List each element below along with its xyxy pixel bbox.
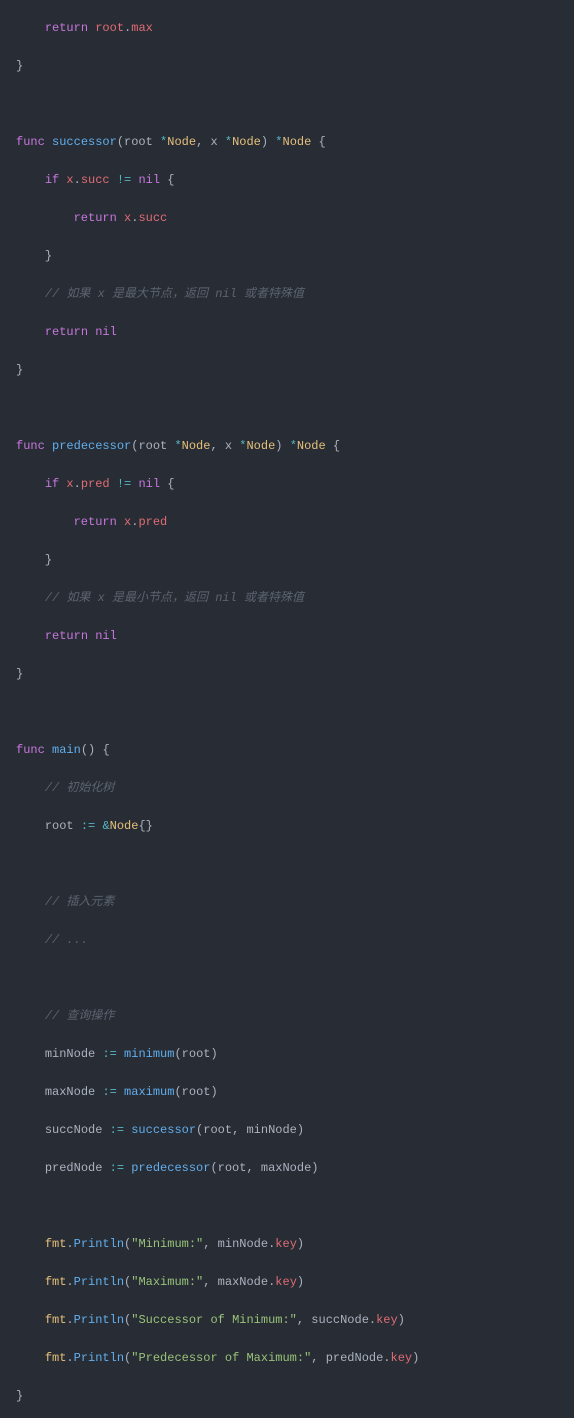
- code-line: return x.succ: [16, 209, 574, 228]
- code-line: func successor(root *Node, x *Node) *Nod…: [16, 133, 574, 152]
- code-line: [16, 969, 574, 988]
- code-line: return x.pred: [16, 513, 574, 532]
- keyword-func: func: [16, 135, 45, 149]
- code-line: [16, 399, 574, 418]
- keyword-if: if: [45, 173, 59, 187]
- code-line: fmt.Println("Successor of Minimum:", suc…: [16, 1311, 574, 1330]
- comment: // 查询操作: [45, 1009, 115, 1023]
- code-line: root := &Node{}: [16, 817, 574, 836]
- code-line: fmt.Println("Minimum:", minNode.key): [16, 1235, 574, 1254]
- code-line: func main() {: [16, 741, 574, 760]
- code-line: }: [16, 247, 574, 266]
- comment: // 如果 x 是最大节点，返回 nil 或者特殊值: [45, 287, 304, 301]
- code-line: }: [16, 1387, 574, 1406]
- code-line: predNode := predecessor(root, maxNode): [16, 1159, 574, 1178]
- code-line: succNode := successor(root, minNode): [16, 1121, 574, 1140]
- code-line: [16, 855, 574, 874]
- fn-main: main: [52, 743, 81, 757]
- keyword-func: func: [16, 743, 45, 757]
- code-line: if x.succ != nil {: [16, 171, 574, 190]
- code-editor[interactable]: return root.max } func successor(root *N…: [0, 0, 574, 1418]
- comment: // 如果 x 是最小节点，返回 nil 或者特殊值: [45, 591, 304, 605]
- code-line: if x.pred != nil {: [16, 475, 574, 494]
- comment: // ...: [45, 933, 88, 947]
- fn-successor: successor: [52, 135, 117, 149]
- code-line: [16, 95, 574, 114]
- code-line: // 初始化树: [16, 779, 574, 798]
- code-line: // ...: [16, 931, 574, 950]
- comment: // 插入元素: [45, 895, 115, 909]
- keyword-func: func: [16, 439, 45, 453]
- code-line: // 如果 x 是最小节点，返回 nil 或者特殊值: [16, 589, 574, 608]
- code-line: fmt.Println("Predecessor of Maximum:", p…: [16, 1349, 574, 1368]
- code-line: return nil: [16, 627, 574, 646]
- code-line: return nil: [16, 323, 574, 342]
- code-line: fmt.Println("Maximum:", maxNode.key): [16, 1273, 574, 1292]
- code-line: func predecessor(root *Node, x *Node) *N…: [16, 437, 574, 456]
- comment: // 初始化树: [45, 781, 115, 795]
- code-line: // 查询操作: [16, 1007, 574, 1026]
- code-line: }: [16, 361, 574, 380]
- code-line: // 如果 x 是最大节点，返回 nil 或者特殊值: [16, 285, 574, 304]
- code-line: [16, 1197, 574, 1216]
- code-line: maxNode := maximum(root): [16, 1083, 574, 1102]
- keyword-return: return: [45, 21, 88, 35]
- code-line: }: [16, 551, 574, 570]
- code-line: }: [16, 665, 574, 684]
- code-line: minNode := minimum(root): [16, 1045, 574, 1064]
- code-line: // 插入元素: [16, 893, 574, 912]
- code-line: [16, 703, 574, 722]
- code-line: }: [16, 57, 574, 76]
- fn-predecessor: predecessor: [52, 439, 131, 453]
- code-line: return root.max: [16, 19, 574, 38]
